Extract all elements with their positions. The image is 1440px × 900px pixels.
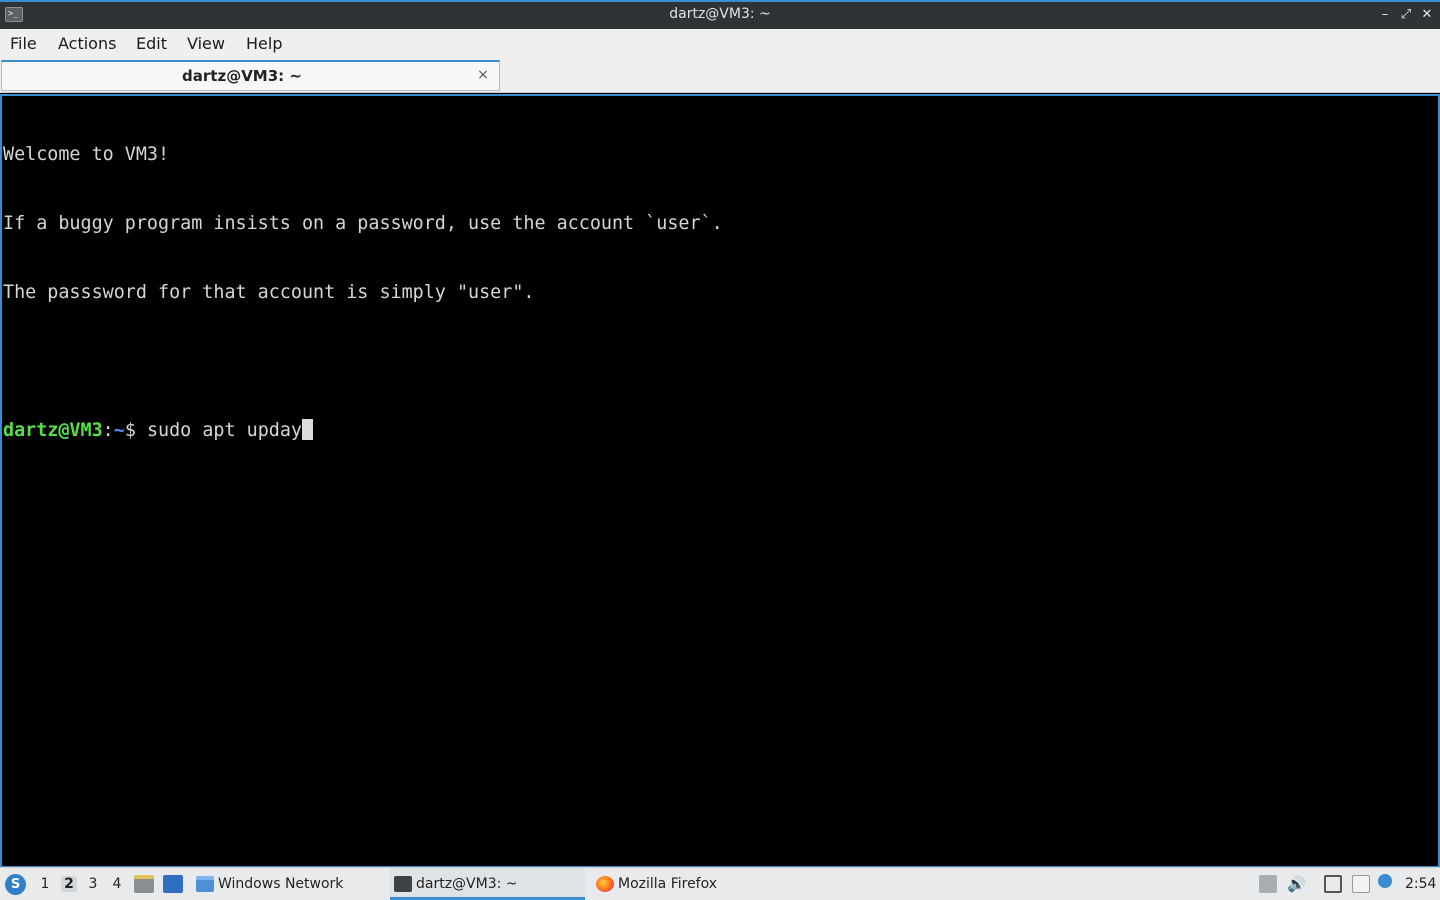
firefox-icon: [596, 876, 614, 892]
menu-edit[interactable]: Edit: [134, 34, 169, 53]
terminal-line: If a buggy program insists on a password…: [3, 213, 723, 234]
menu-bar: File Actions Edit View Help: [0, 29, 1440, 60]
clipboard-icon[interactable]: [1352, 875, 1370, 893]
window-title: dartz@VM3: ~: [669, 6, 771, 22]
task-label: Windows Network: [218, 876, 344, 892]
file-manager-launcher-icon[interactable]: [134, 875, 154, 893]
terminal-line: Welcome to VM3!: [3, 144, 170, 165]
workspace-4[interactable]: 4: [109, 876, 125, 892]
volume-icon[interactable]: 🔊: [1287, 875, 1306, 893]
task-label: dartz@VM3: ~: [416, 876, 518, 892]
menu-file[interactable]: File: [8, 34, 39, 53]
prompt-separator: :: [102, 420, 114, 441]
menu-view[interactable]: View: [185, 34, 227, 53]
clock[interactable]: 2:54: [1405, 876, 1436, 892]
folder-icon: [196, 876, 214, 892]
command-input[interactable]: sudo apt upday: [147, 420, 302, 441]
network-icon[interactable]: [1324, 875, 1342, 893]
tab-close-icon[interactable]: ×: [475, 66, 491, 84]
text-cursor: [301, 419, 313, 440]
tab-bar: dartz@VM3: ~ ×: [0, 60, 1440, 93]
menu-help[interactable]: Help: [244, 34, 284, 53]
minimize-button[interactable]: –: [1376, 5, 1394, 25]
task-label: Mozilla Firefox: [618, 876, 718, 892]
prompt-user-host: dartz@VM3: [3, 420, 103, 441]
prompt-symbol: $: [124, 420, 147, 441]
tab-label: dartz@VM3: ~: [182, 67, 302, 85]
close-button[interactable]: ✕: [1418, 5, 1436, 25]
maximize-button[interactable]: ⤢: [1397, 5, 1415, 25]
show-desktop-icon[interactable]: [163, 875, 183, 893]
prompt-path: ~: [113, 420, 125, 441]
notification-icon[interactable]: [1378, 874, 1392, 888]
tab-terminal[interactable]: dartz@VM3: ~ ×: [1, 60, 500, 91]
start-menu-icon[interactable]: S: [5, 874, 26, 895]
taskbar: S 1 2 3 4 Windows Network dartz@VM3: ~ M…: [0, 867, 1440, 900]
workspace-1[interactable]: 1: [37, 876, 53, 892]
task-firefox[interactable]: Mozilla Firefox: [592, 868, 782, 900]
window-titlebar[interactable]: >_ dartz@VM3: ~ – ⤢ ✕: [0, 0, 1440, 29]
terminal-line: The passsword for that account is simply…: [3, 282, 535, 303]
prompt-line[interactable]: dartz@VM3:~$ sudo apt upday: [3, 419, 1438, 442]
terminal-output[interactable]: Welcome to VM3! If a buggy program insis…: [0, 94, 1440, 867]
menu-actions[interactable]: Actions: [56, 34, 118, 53]
task-windows-network[interactable]: Windows Network: [192, 868, 382, 900]
task-terminal[interactable]: dartz@VM3: ~: [390, 868, 585, 900]
workspace-3[interactable]: 3: [85, 876, 101, 892]
tray-updates-icon[interactable]: [1259, 875, 1277, 893]
workspace-2[interactable]: 2: [61, 876, 77, 892]
terminal-icon: [394, 876, 412, 892]
